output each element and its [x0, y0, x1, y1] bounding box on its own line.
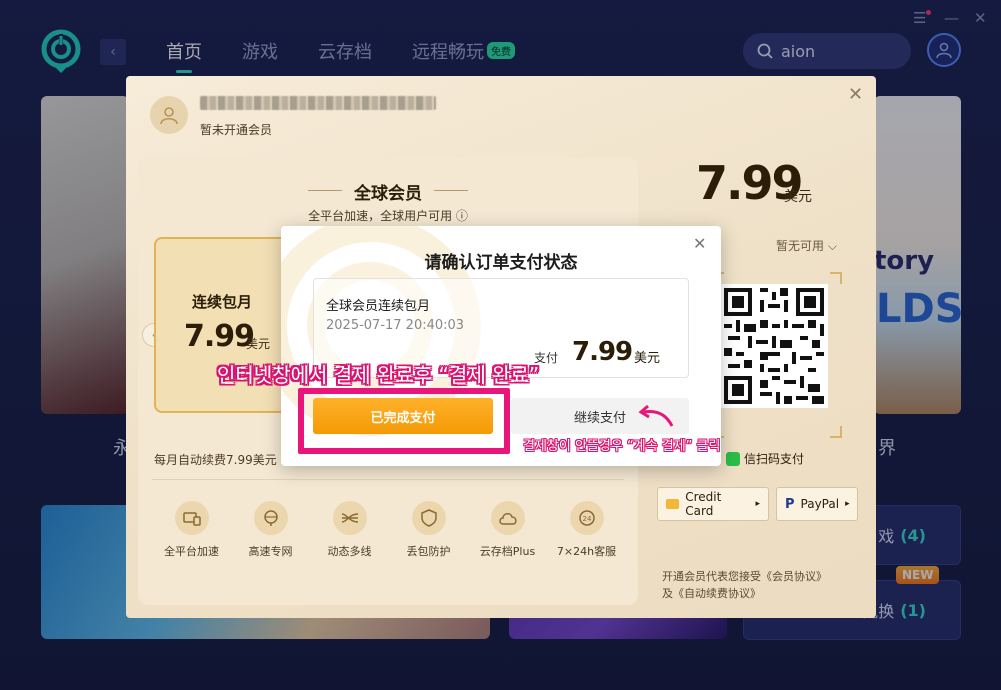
auto-renew-note: 每月自动续费7.99美元 [154, 453, 277, 467]
coupon-value: 暂无可用 [776, 239, 825, 253]
user-avatar [150, 96, 188, 134]
agreement-line-2[interactable]: 及《自动续费协议》 [662, 585, 827, 602]
feature-item: 高速专网 [231, 501, 310, 559]
order-name: 全球会员连续包月 [326, 299, 431, 314]
order-time: 2025-07-17 20:40:03 [326, 318, 465, 333]
user-name-redacted [200, 96, 436, 110]
feature-item: 丢包防护 [389, 501, 468, 559]
feature-label: 动态多线 [327, 545, 372, 558]
membership-status: 暂未开通会员 [200, 123, 273, 137]
annotation-secondary: 결제창이 안뜰경우 “계속 결제” 클릭 [523, 439, 721, 454]
plan-title: 全球会员 [138, 179, 638, 204]
continue-payment-label: 继续支付 [573, 410, 626, 426]
wechat-pay-label: 信扫码支付 [726, 450, 804, 467]
credit-card-button[interactable]: Credit Card ▸ [657, 487, 769, 521]
annotation-arrow-icon [638, 404, 674, 427]
svg-text:24: 24 [582, 515, 591, 523]
feature-label: 云存档Plus [479, 545, 536, 558]
feature-label: 高速专网 [248, 545, 293, 558]
feature-item: 全平台加速 [152, 501, 231, 559]
feature-label: 丢包防护 [406, 545, 451, 558]
highlight-box [298, 388, 510, 454]
order-price: 7.99 [572, 337, 633, 367]
feature-list: 全平台加速 高速专网 动态多线 丢包防护 云存档Plus 24 7×24h客服 [152, 501, 632, 559]
dialog-close-icon[interactable]: ✕ [693, 234, 706, 253]
qr-corner [830, 426, 842, 438]
globe-icon [253, 501, 288, 535]
triangle-right-icon: ▸ [755, 499, 760, 509]
credit-card-icon [666, 499, 680, 509]
wechat-pay-text: 信扫码支付 [744, 452, 805, 466]
paypal-icon: P [785, 496, 795, 512]
cloud-icon [490, 501, 525, 535]
total-price-unit: 美元 [784, 189, 812, 205]
coupon-select[interactable]: 暂无可用 ⌵ [776, 237, 837, 254]
feature-item: 24 7×24h客服 [547, 501, 626, 559]
agreement-text: 开通会员代表您接受《会员协议》 及《自动续费协议》 [662, 568, 827, 602]
annotation-main: 인터넷창에서 결제 완료후 “결제 완료” [217, 363, 540, 387]
feature-item: 云存档Plus [468, 501, 547, 559]
feature-label: 7×24h客服 [556, 545, 617, 558]
plan-subtitle: 全平台加速，全球用户可用 ⓘ [308, 209, 468, 223]
shield-icon [411, 501, 446, 535]
panel-close-icon[interactable]: ✕ [848, 84, 863, 105]
qr-code-area [712, 272, 842, 438]
plan-card-unit: 美元 [246, 337, 271, 351]
paypal-label: PayPal [800, 497, 840, 511]
dialog-title: 请确认订单支付状态 [424, 253, 578, 273]
multiline-icon [332, 501, 367, 535]
paypal-button[interactable]: P PayPal ▸ [776, 487, 858, 521]
agreement-line-1[interactable]: 开通会员代表您接受《会员协议》 [662, 568, 827, 585]
plan-card-name: 连续包月 [191, 293, 252, 311]
divider [152, 479, 624, 480]
qr-corner [830, 272, 842, 284]
order-price-unit: 美元 [634, 351, 661, 366]
support-24h-icon: 24 [569, 501, 604, 535]
user-icon [160, 107, 178, 125]
devices-icon [174, 501, 209, 535]
wechat-icon [726, 451, 740, 466]
credit-card-label: Credit Card [685, 490, 722, 518]
qr-code [720, 284, 828, 408]
app-window: ‹ 首页 游戏 云存档 远程畅玩免费 ☰ — ✕ tory LDS [0, 0, 1001, 690]
feature-item: 动态多线 [310, 501, 389, 559]
plan-card-price: 7.99 [184, 319, 255, 354]
feature-label: 全平台加速 [164, 545, 219, 558]
triangle-right-icon: ▸ [845, 499, 850, 509]
chevron-down-icon: ⌵ [827, 239, 837, 253]
